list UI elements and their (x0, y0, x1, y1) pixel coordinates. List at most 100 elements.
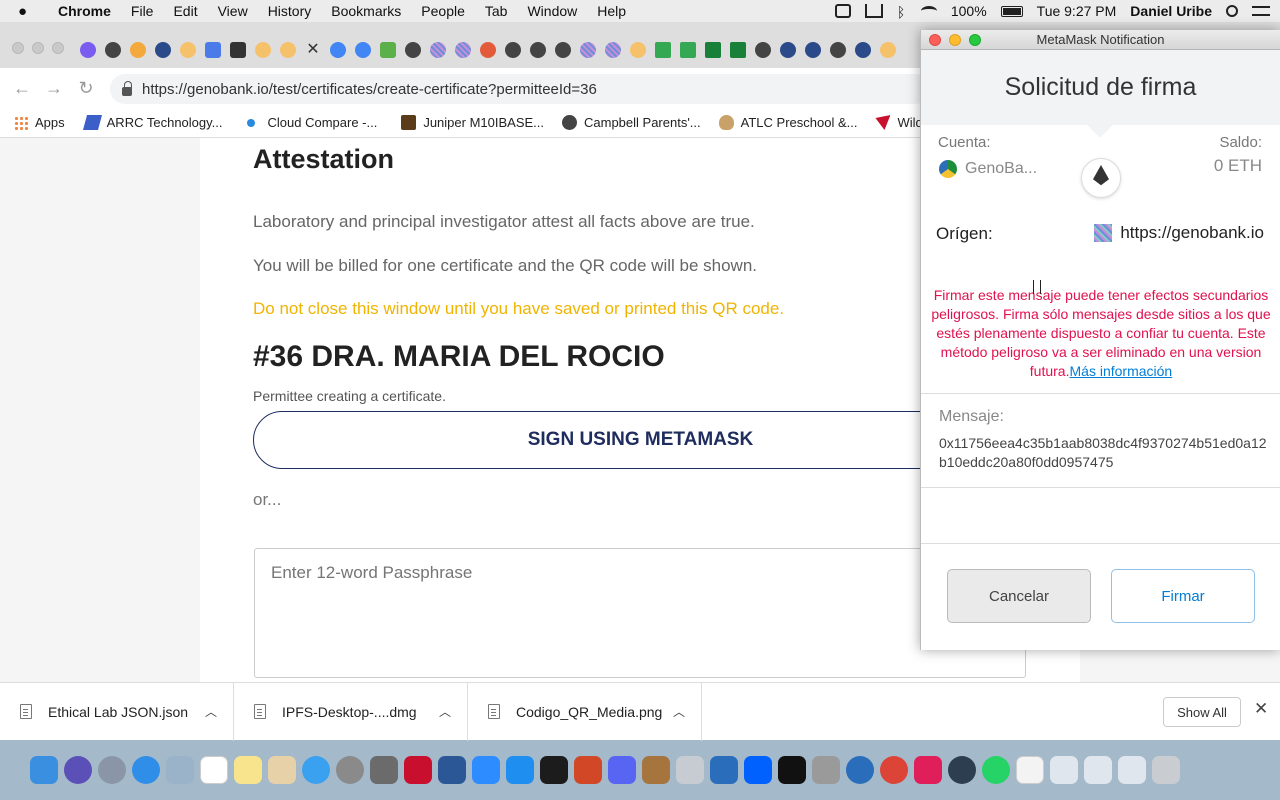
script-editor-icon[interactable] (812, 756, 840, 784)
tab-sun-icon[interactable] (130, 42, 146, 58)
bluetooth-icon[interactable]: ᛒ (897, 4, 907, 20)
tab-circle-icon[interactable] (180, 42, 196, 58)
system-preferences-icon[interactable] (336, 756, 364, 784)
chevron-up-icon[interactable]: ︿ (439, 703, 451, 720)
tab-circle-icon[interactable] (255, 42, 271, 58)
tab-globe-icon[interactable] (405, 42, 421, 58)
tab-globe-icon[interactable] (555, 42, 571, 58)
tab-google-icon[interactable] (355, 42, 371, 58)
window-close-button[interactable] (12, 42, 24, 54)
mm-zoom-button[interactable] (969, 34, 981, 46)
r-icon[interactable] (710, 756, 738, 784)
app-store-icon[interactable] (506, 756, 534, 784)
tab-messenger-icon[interactable] (80, 42, 96, 58)
maps-icon[interactable] (268, 756, 296, 784)
menubar-user[interactable]: Daniel Uribe (1130, 3, 1212, 19)
menu-app-chrome[interactable]: Chrome (58, 3, 111, 19)
zoom-icon[interactable] (472, 756, 500, 784)
url-text[interactable]: https://genobank.io/test/certificates/cr… (142, 81, 597, 98)
reload-icon[interactable]: ↻ (70, 78, 102, 99)
menu-edit[interactable]: Edit (173, 3, 197, 19)
tab-globe-icon[interactable] (530, 42, 546, 58)
wifi-icon[interactable] (920, 6, 937, 16)
trash-icon[interactable] (1152, 756, 1180, 784)
slack-icon[interactable] (914, 756, 942, 784)
menubar-clock[interactable]: Tue 9:27 PM (1037, 3, 1117, 19)
messages-icon[interactable] (302, 756, 330, 784)
sign-metamask-button[interactable]: SIGN USING METAMASK (253, 411, 1028, 469)
acrobat-icon[interactable] (404, 756, 432, 784)
tab-site-icon[interactable] (155, 42, 171, 58)
window-minimize-button[interactable] (32, 42, 44, 54)
tab-genobank-icon[interactable] (455, 42, 471, 58)
tab-sheets-icon[interactable] (730, 42, 746, 58)
download-item-json[interactable]: Ethical Lab JSON.json ︿ (0, 682, 234, 741)
tab-close-icon[interactable]: ✕ (305, 42, 321, 58)
finder-icon[interactable] (30, 756, 58, 784)
menu-view[interactable]: View (218, 3, 248, 19)
sign-button[interactable]: Firmar (1111, 569, 1255, 623)
tab-circle-icon[interactable] (630, 42, 646, 58)
tab-genobank-icon[interactable] (580, 42, 596, 58)
siri-icon[interactable] (64, 756, 92, 784)
tab-active-favicon-icon[interactable] (280, 42, 296, 58)
tab-drive-icon[interactable] (655, 42, 671, 58)
notes-icon[interactable] (234, 756, 262, 784)
tab-globe-icon[interactable] (755, 42, 771, 58)
tab-site-icon[interactable] (780, 42, 796, 58)
menu-people[interactable]: People (421, 3, 465, 19)
tab-code-icon[interactable] (230, 42, 246, 58)
bookmark-campbell[interactable]: Campbell Parents'... (562, 115, 701, 130)
terminal-icon[interactable] (778, 756, 806, 784)
bookmark-arrc[interactable]: ARRC Technology... (82, 115, 223, 130)
battery-icon[interactable] (1000, 5, 1023, 17)
chrome-dock-icon[interactable] (880, 756, 908, 784)
bookmark-cloud-compare[interactable]: Cloud Compare -... (246, 115, 377, 130)
whatsapp-icon[interactable] (982, 756, 1010, 784)
close-downloads-icon[interactable]: ✕ (1254, 699, 1268, 719)
zoom-status-icon[interactable] (834, 4, 851, 18)
dropbox-icon[interactable] (744, 756, 772, 784)
tab-circle-icon[interactable] (880, 42, 896, 58)
menu-help[interactable]: Help (597, 3, 626, 19)
download-item-png[interactable]: Codigo_QR_Media.png ︿ (468, 682, 702, 741)
powerpoint-icon[interactable] (574, 756, 602, 784)
tab-globe-icon[interactable] (505, 42, 521, 58)
airplay-icon[interactable] (864, 4, 883, 18)
bookmark-atlc[interactable]: ATLC Preschool &... (718, 115, 857, 130)
preview-icon[interactable] (166, 756, 194, 784)
calculator-icon[interactable] (370, 756, 398, 784)
tab-rainbow-icon[interactable] (480, 42, 496, 58)
menu-tab[interactable]: Tab (485, 3, 508, 19)
apple-icon[interactable]: ● (18, 3, 40, 20)
download-item-dmg[interactable]: IPFS-Desktop-....dmg ︿ (234, 682, 468, 741)
tab-green-icon[interactable] (380, 42, 396, 58)
back-arrow-icon[interactable]: ← (6, 78, 38, 99)
more-info-link[interactable]: Más información (1070, 363, 1173, 379)
window-zoom-button[interactable] (52, 42, 64, 54)
mm-minimize-button[interactable] (949, 34, 961, 46)
tab-site-icon[interactable] (805, 42, 821, 58)
show-all-downloads-button[interactable]: Show All (1163, 697, 1241, 727)
tab-google-icon[interactable] (330, 42, 346, 58)
tab-sheets-icon[interactable] (705, 42, 721, 58)
archive-icon[interactable] (642, 756, 670, 784)
forward-arrow-icon[interactable]: → (38, 78, 70, 99)
tab-site-icon[interactable] (855, 42, 871, 58)
tab-docs-icon[interactable] (205, 42, 221, 58)
downloads-stack-icon[interactable] (1050, 756, 1078, 784)
discord-icon[interactable] (608, 756, 636, 784)
passphrase-input[interactable] (254, 548, 1026, 678)
chevron-up-icon[interactable]: ︿ (205, 703, 217, 720)
mm-close-button[interactable] (929, 34, 941, 46)
launchpad-icon[interactable] (98, 756, 126, 784)
word-icon[interactable] (438, 756, 466, 784)
chevron-up-icon[interactable]: ︿ (673, 703, 685, 720)
notification-center-icon[interactable] (1252, 6, 1270, 16)
activity-monitor-icon[interactable] (540, 756, 568, 784)
folder-stack-icon[interactable] (1118, 756, 1146, 784)
menu-window[interactable]: Window (527, 3, 577, 19)
tab-genobank-icon[interactable] (605, 42, 621, 58)
document-icon[interactable] (1016, 756, 1044, 784)
quicktime-icon[interactable] (948, 756, 976, 784)
